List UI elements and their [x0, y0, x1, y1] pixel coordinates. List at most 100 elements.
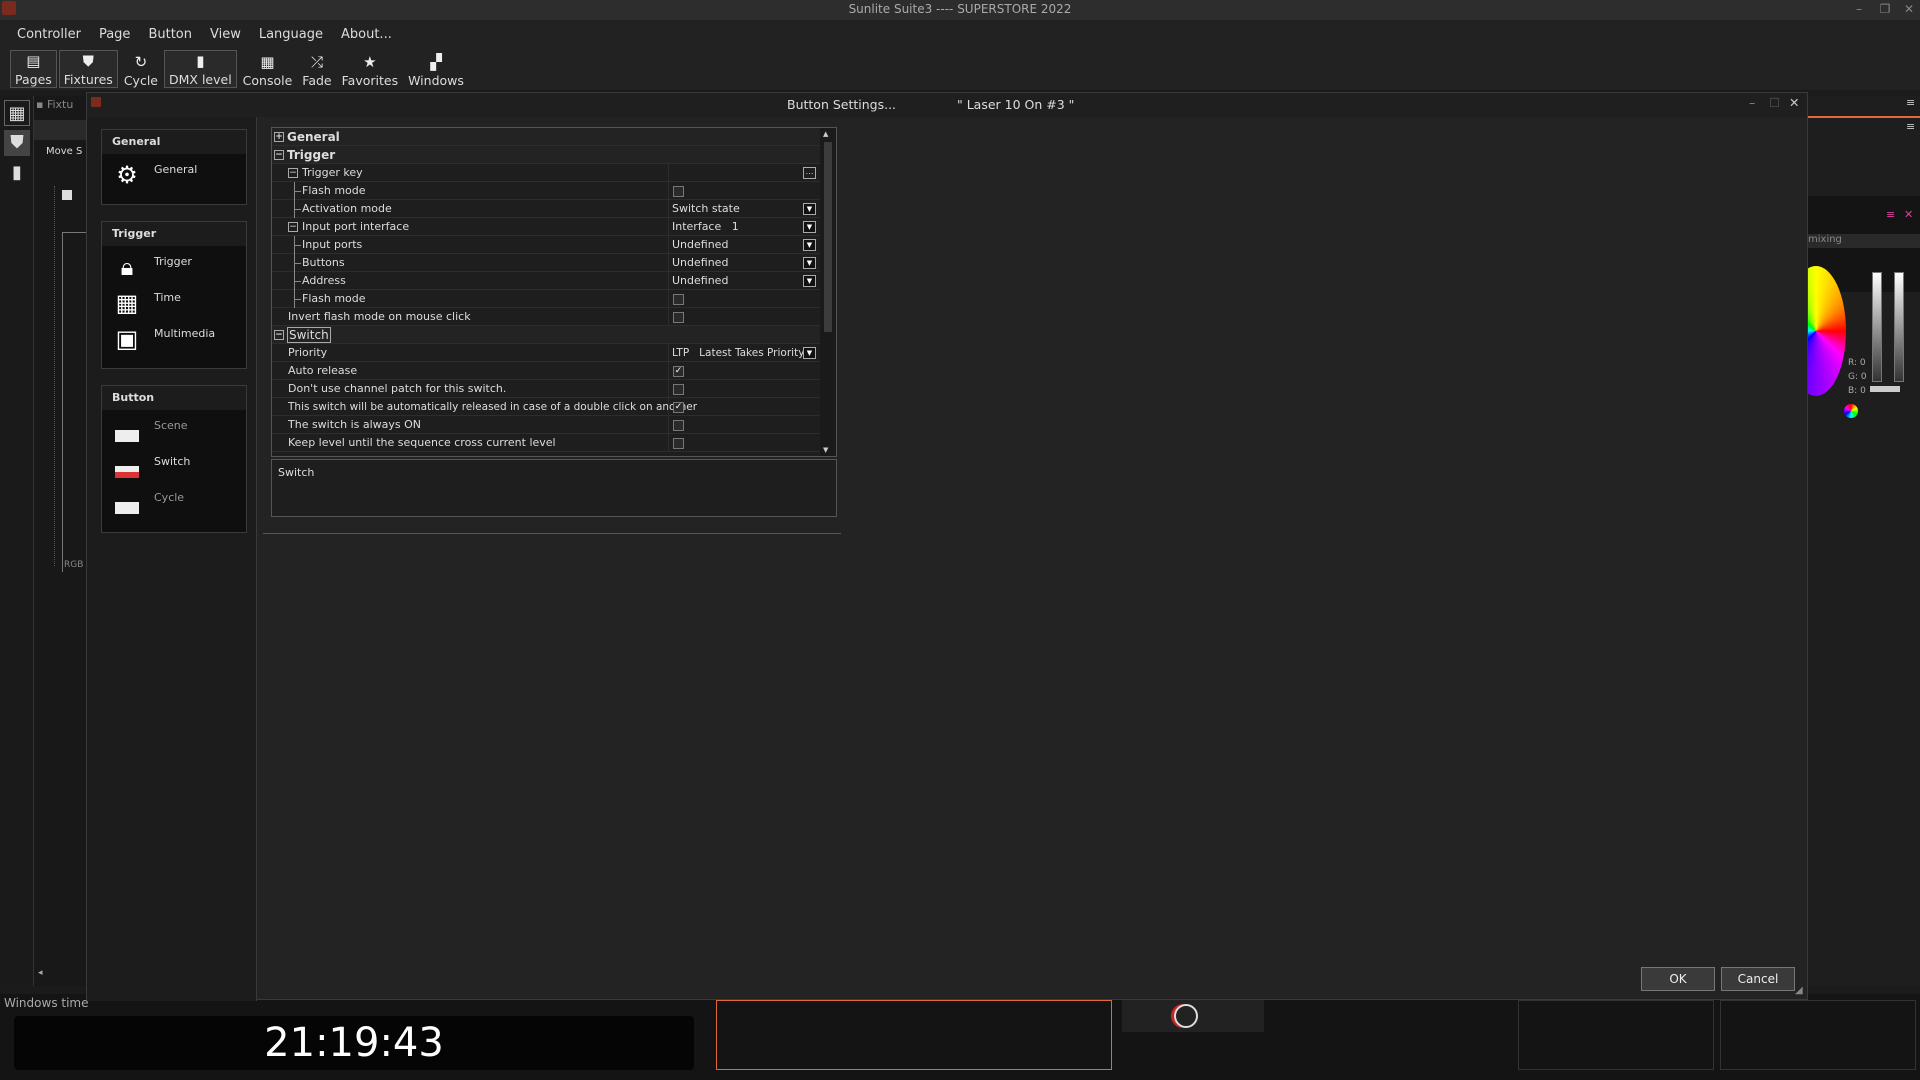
scrollbar-thumb[interactable]	[824, 142, 832, 332]
row-invert-flash[interactable]: Invert flash mode on mouse click	[272, 308, 820, 326]
scroll-left-icon[interactable]: ◂	[38, 968, 43, 978]
row-activation-mode[interactable]: Activation mode Switch state ▼	[272, 200, 820, 218]
toolbar-fixtures-button[interactable]: ⛊ Fixtures	[58, 50, 118, 88]
invert-flash-checkbox[interactable]	[673, 312, 684, 323]
chevron-down-icon[interactable]: ▼	[803, 203, 816, 215]
scroll-down-icon[interactable]: ▼	[823, 446, 828, 454]
buttons-select[interactable]: Undefined ▼	[668, 254, 818, 271]
section-switch[interactable]: − Switch	[272, 326, 820, 344]
cancel-button[interactable]: Cancel	[1721, 967, 1795, 991]
auto-release-checkbox[interactable]: ✓	[673, 366, 684, 377]
sidebar-item-switch[interactable]: Switch	[112, 452, 190, 488]
row-buttons[interactable]: Buttons Undefined ▼	[272, 254, 820, 272]
priority-select[interactable]: LTP Latest Takes Priority. ▼	[668, 344, 818, 361]
address-select[interactable]: Undefined ▼	[668, 272, 818, 289]
restore-icon[interactable]: ❐	[1876, 1, 1894, 17]
ok-button[interactable]: OK	[1641, 967, 1715, 991]
toolbar-favorites-button[interactable]: ★ Favorites	[338, 50, 402, 89]
row-always-on[interactable]: The switch is always ON	[272, 416, 820, 434]
bar-chart-icon[interactable]: ▮	[4, 160, 30, 186]
collapse-icon[interactable]: −	[288, 222, 298, 232]
menu-language[interactable]: Language	[250, 20, 332, 50]
power-knob-icon[interactable]	[1174, 1004, 1198, 1028]
color-picker-icon[interactable]	[1844, 404, 1858, 418]
row-keep-level[interactable]: Keep level until the sequence cross curr…	[272, 434, 820, 452]
activation-mode-select[interactable]: Switch state ▼	[668, 200, 818, 217]
fixture-marker[interactable]	[62, 190, 72, 200]
sidebar-item-cycle[interactable]: Cycle	[112, 488, 184, 524]
row-no-channel-patch[interactable]: Don't use channel patch for this switch.	[272, 380, 820, 398]
chevron-down-icon[interactable]: ▼	[803, 221, 816, 233]
menu-about[interactable]: About...	[332, 20, 401, 50]
resize-grip-icon[interactable]: ◢	[1795, 985, 1803, 996]
chevron-down-icon[interactable]: ▼	[803, 275, 816, 287]
no-channel-patch-value	[668, 380, 818, 397]
bottom-panel-4[interactable]	[1720, 1000, 1916, 1070]
fixtures-panel: ▪ Fixtu Move S RGB ◂	[34, 96, 88, 986]
pink-close-icon[interactable]: ✕	[1904, 208, 1913, 221]
chevron-down-icon[interactable]: ▼	[803, 257, 816, 269]
double-click-release-checkbox[interactable]: ✓	[673, 402, 684, 413]
section-general[interactable]: + General	[272, 128, 820, 146]
minimize-icon[interactable]: –	[1850, 1, 1868, 17]
row-input-ports[interactable]: Input ports Undefined ▼	[272, 236, 820, 254]
sidebar-item-scene[interactable]: Scene	[112, 416, 188, 452]
toolbar-windows-button[interactable]: ▞ Windows	[404, 50, 468, 89]
expand-icon[interactable]: +	[274, 132, 284, 142]
chevron-down-icon[interactable]: ▼	[803, 239, 816, 251]
toolbar-dmx-level-button[interactable]: ▮ DMX level	[164, 50, 237, 88]
sidebar-item-general[interactable]: ⚙ General	[112, 160, 197, 196]
mixing-tab[interactable]: mixing	[1806, 234, 1920, 248]
sidebar-item-time[interactable]: ▦ Time	[112, 288, 181, 324]
row-trigger-key[interactable]: − Trigger key …	[272, 164, 820, 182]
sidebar-item-trigger[interactable]: 🔒︎ Trigger	[112, 252, 192, 288]
row-flash-mode[interactable]: Flash mode	[272, 182, 820, 200]
flash-mode-2-checkbox[interactable]	[673, 294, 684, 305]
panel-menu-icon[interactable]: ≡	[1906, 96, 1915, 109]
input-ports-select[interactable]: Undefined ▼	[668, 236, 818, 253]
collapse-icon[interactable]: −	[288, 168, 298, 178]
property-grid-scrollbar[interactable]: ▲ ▼	[820, 128, 836, 456]
menu-controller[interactable]: Controller	[8, 20, 90, 50]
scroll-up-icon[interactable]: ▲	[823, 130, 828, 138]
menu-button[interactable]: Button	[139, 20, 201, 50]
menu-view[interactable]: View	[201, 20, 250, 50]
calendar-icon[interactable]: ▦	[4, 100, 30, 126]
trigger-key-field[interactable]: …	[668, 164, 818, 181]
row-auto-release[interactable]: Auto release ✓	[272, 362, 820, 380]
row-input-port-interface[interactable]: − Input port interface Interface 1 ▼	[272, 218, 820, 236]
input-port-interface-select[interactable]: Interface 1 ▼	[668, 218, 818, 235]
dialog-minimize-icon[interactable]: –	[1749, 95, 1755, 110]
dialog-close-icon[interactable]: ✕	[1789, 95, 1799, 110]
level-slider-2[interactable]	[1894, 272, 1904, 382]
collapse-icon[interactable]: −	[274, 330, 284, 340]
section-trigger[interactable]: − Trigger	[272, 146, 820, 164]
row-address[interactable]: Address Undefined ▼	[272, 272, 820, 290]
toolbar-fade-button[interactable]: ⤮ Fade	[298, 50, 335, 89]
pink-menu-icon[interactable]: ≡	[1886, 208, 1895, 221]
row-double-click-release[interactable]: This switch will be automatically releas…	[272, 398, 820, 416]
no-channel-patch-checkbox[interactable]	[673, 384, 684, 395]
dialog-maximize-icon[interactable]: ☐	[1769, 95, 1780, 110]
toolbar-cycle-button[interactable]: ↻ Cycle	[120, 50, 162, 89]
flash-mode-checkbox[interactable]	[673, 186, 684, 197]
level-slider-1[interactable]	[1872, 272, 1882, 382]
fixtures-tab[interactable]: ▪ Fixtu	[36, 98, 86, 114]
fixture-icon[interactable]: ⛊	[4, 130, 30, 156]
ellipsis-button[interactable]: …	[803, 167, 816, 179]
row-priority[interactable]: Priority LTP Latest Takes Priority. ▼	[272, 344, 820, 362]
panel-menu-icon-2[interactable]: ≡	[1906, 120, 1915, 133]
collapse-icon[interactable]: −	[274, 150, 284, 160]
chevron-down-icon[interactable]: ▼	[803, 347, 816, 359]
bottom-panel-selected[interactable]	[716, 1000, 1112, 1070]
keep-level-checkbox[interactable]	[673, 438, 684, 449]
close-icon[interactable]: ✕	[1900, 1, 1918, 17]
bottom-panel-3[interactable]	[1518, 1000, 1714, 1070]
menu-page[interactable]: Page	[90, 20, 139, 50]
cycle-icon: ↻	[134, 53, 148, 71]
toolbar-pages-button[interactable]: ▤ Pages	[10, 50, 57, 88]
row-flash-mode-2[interactable]: Flash mode	[272, 290, 820, 308]
toolbar-console-button[interactable]: ▦ Console	[239, 50, 297, 89]
sidebar-item-multimedia[interactable]: ▣ Multimedia	[112, 324, 216, 360]
always-on-checkbox[interactable]	[673, 420, 684, 431]
